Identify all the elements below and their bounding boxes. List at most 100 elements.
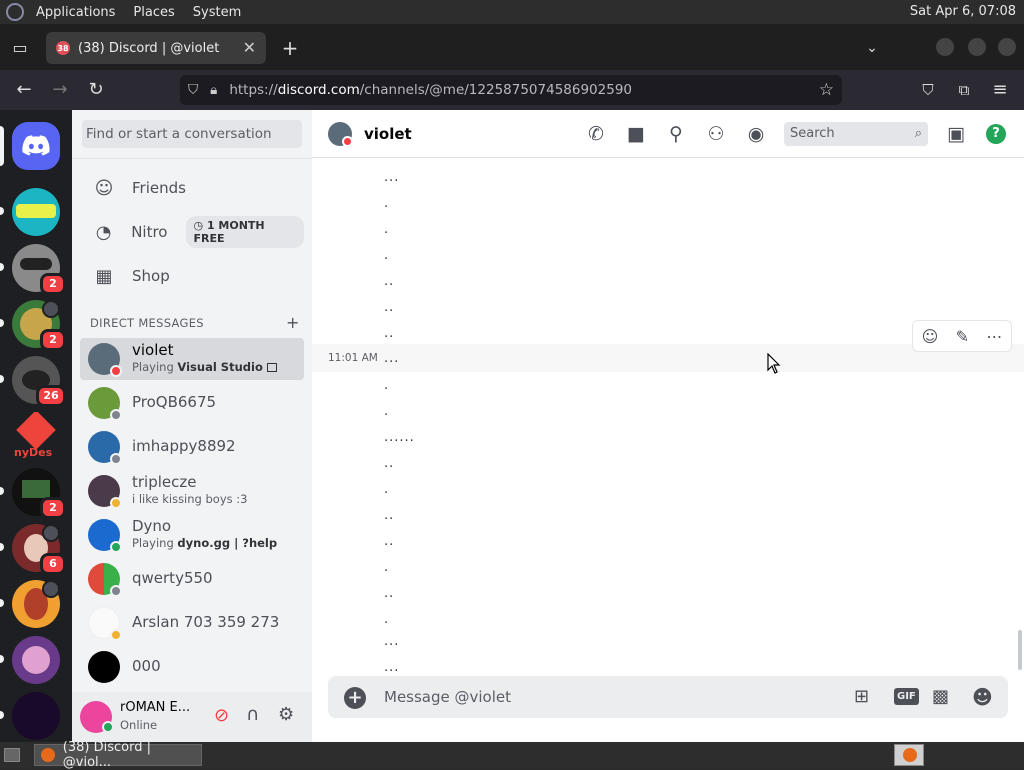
chat-scrollbar[interactable] xyxy=(1018,630,1022,670)
app-menu-icon[interactable]: ≡ xyxy=(988,78,1012,102)
user-name[interactable]: rOMAN E... xyxy=(120,700,190,715)
voice-call-icon[interactable]: ✆ xyxy=(584,122,608,146)
dm-item-violet[interactable]: violet Playing Visual Studio xyxy=(80,338,304,380)
clock[interactable]: Sat Apr 6, 07:08 xyxy=(910,4,1016,19)
mention-badge: 2 xyxy=(40,273,66,295)
gif-button[interactable]: GIF xyxy=(894,688,919,705)
discord-favicon-icon: 38 xyxy=(56,41,70,55)
distro-logo-icon[interactable] xyxy=(6,3,24,21)
close-tab-icon[interactable]: ✕ xyxy=(243,38,256,57)
nav-friends[interactable]: ☺︎ Friends xyxy=(80,167,304,209)
url-bar[interactable]: ⛉ 🔒︎ https://discord.com/channels/@me/12… xyxy=(180,75,842,105)
extensions-icon[interactable]: ⧉ xyxy=(952,78,976,102)
message-text: .. xyxy=(384,586,395,601)
video-call-icon[interactable]: ■ xyxy=(624,122,648,146)
message-text: . xyxy=(384,560,390,575)
show-desktop-icon[interactable] xyxy=(4,748,20,762)
tab-overview-icon[interactable]: ▭ xyxy=(8,36,32,60)
dm-item-triplecze[interactable]: triplecze i like kissing boys :3 xyxy=(80,470,304,512)
url-text[interactable]: https://discord.com/channels/@me/1225875… xyxy=(229,82,632,98)
server-icon[interactable] xyxy=(12,188,60,236)
minimize-window-icon[interactable] xyxy=(936,38,954,56)
menu-applications[interactable]: Applications xyxy=(36,5,115,20)
discord-logo-icon xyxy=(22,135,50,156)
dm-item-000[interactable]: 000 xyxy=(80,646,304,688)
nitro-offer-badge: ◷ 1 MONTH FREE xyxy=(185,216,304,248)
divider xyxy=(72,158,312,159)
message-text: . xyxy=(384,404,390,419)
idle-status-icon xyxy=(110,629,122,641)
dnd-status-icon xyxy=(342,136,353,147)
message-toolbar: ☺ ✎ ⋯ xyxy=(912,320,1012,352)
pocket-icon[interactable]: ⛉ xyxy=(916,78,940,102)
forward-icon[interactable]: → xyxy=(48,78,72,102)
dm-item-proqb6675[interactable]: ProQB6675 xyxy=(80,382,304,424)
edit-message-icon[interactable]: ✎ xyxy=(956,327,969,346)
taskbar-window-button[interactable]: (38) Discord | @viol... xyxy=(34,740,202,770)
more-options-icon[interactable]: ⋯ xyxy=(986,327,1002,346)
message-text: . xyxy=(384,378,390,393)
help-icon[interactable]: ? xyxy=(986,124,1006,144)
reload-icon[interactable]: ↻ xyxy=(84,78,108,102)
channel-name[interactable]: violet xyxy=(364,125,412,143)
close-window-icon[interactable] xyxy=(998,38,1016,56)
user-profile-icon[interactable]: ◉ xyxy=(744,122,768,146)
message-composer[interactable]: + Message @violet ⊞ GIF ▩ ☻ xyxy=(328,676,1008,718)
dm-activity: Playing Visual Studio xyxy=(132,360,277,374)
add-friends-icon[interactable]: ⚇ xyxy=(704,122,728,146)
home-button[interactable] xyxy=(12,122,60,170)
bookmark-star-icon[interactable]: ☆ xyxy=(819,80,834,100)
menu-system[interactable]: System xyxy=(193,5,241,20)
user-status: Online xyxy=(120,718,158,732)
nav-shop[interactable]: ▦ Shop xyxy=(80,255,304,297)
dm-item-arslan[interactable]: Arslan 703 359 273 xyxy=(80,602,304,644)
maximize-window-icon[interactable] xyxy=(968,38,986,56)
dm-name: ProQB6675 xyxy=(132,393,217,411)
lock-icon[interactable]: 🔒︎ xyxy=(210,82,217,98)
message-input[interactable]: Message @violet xyxy=(384,688,511,706)
server-icon[interactable]: nyDes xyxy=(12,412,60,460)
shield-icon[interactable]: ⛉ xyxy=(188,82,198,98)
inbox-icon[interactable]: ▣ xyxy=(944,122,968,146)
settings-gear-icon[interactable]: ⚙ xyxy=(278,704,294,725)
server-icon[interactable] xyxy=(12,692,60,740)
mouse-cursor-icon xyxy=(767,353,781,374)
dm-name: Dyno xyxy=(132,517,172,535)
menu-places[interactable]: Places xyxy=(133,5,174,20)
mic-muted-icon[interactable]: ⊘ xyxy=(214,705,229,726)
chat-search-input[interactable]: Search ⌕ xyxy=(784,122,928,146)
sticker-icon[interactable]: ▩ xyxy=(932,686,949,707)
workspace-switcher[interactable] xyxy=(894,744,924,766)
emoji-icon[interactable]: ☻ xyxy=(972,685,993,709)
gift-icon[interactable]: ⊞ xyxy=(854,686,869,707)
upload-plus-icon[interactable]: + xyxy=(344,687,366,709)
message-timestamp: 11:01 AM xyxy=(328,352,378,364)
dm-search-input[interactable]: Find or start a conversation xyxy=(82,120,302,148)
tab-list-chevron-icon[interactable]: ⌄ xyxy=(860,36,884,60)
search-icon: ⌕ xyxy=(914,126,922,141)
chat-area xyxy=(312,110,1024,742)
dm-item-dyno[interactable]: Dyno Playing dyno.gg | ?help xyxy=(80,514,304,556)
dm-item-qwerty550[interactable]: qwerty550 xyxy=(80,558,304,600)
create-dm-icon[interactable]: + xyxy=(286,313,299,332)
nav-nitro[interactable]: ◔ Nitro ◷ 1 MONTH FREE xyxy=(80,211,304,253)
taskbar-window-title: (38) Discord | @viol... xyxy=(62,740,151,770)
dm-item-imhappy8892[interactable]: imhappy8892 xyxy=(80,426,304,468)
pinned-messages-icon[interactable]: ⚲ xyxy=(664,122,688,146)
back-icon[interactable]: ← xyxy=(12,78,36,102)
headphones-icon[interactable]: ∩ xyxy=(246,704,259,725)
add-reaction-icon[interactable]: ☺ xyxy=(922,327,939,346)
new-tab-icon[interactable]: + xyxy=(278,36,302,60)
dm-custom-status: i like kissing boys :3 xyxy=(132,492,248,506)
browser-tab[interactable]: 38 (38) Discord | @violet ✕ xyxy=(46,32,266,64)
mention-badge: 2 xyxy=(40,329,66,351)
message-text: . xyxy=(384,612,390,627)
message-text: ... xyxy=(384,660,400,675)
nav-nitro-label: Nitro xyxy=(131,223,168,241)
friends-icon: ☺︎ xyxy=(94,177,114,199)
server-icon[interactable] xyxy=(12,636,60,684)
mention-badge: 26 xyxy=(36,385,66,407)
selected-indicator xyxy=(0,126,4,166)
idle-status-icon xyxy=(110,497,122,509)
message-text: ... xyxy=(384,351,400,366)
